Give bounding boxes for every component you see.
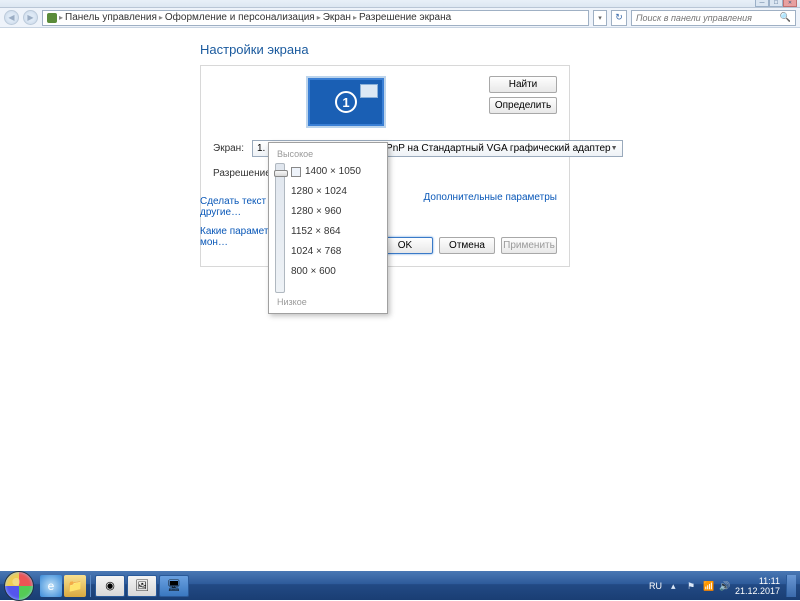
- resolution-high-label: Высокое: [277, 149, 379, 159]
- chevron-right-icon: ▸: [317, 13, 321, 22]
- resolution-option[interactable]: 1400 × 1050: [291, 166, 361, 177]
- resolution-dropdown-popup: Высокое 1400 × 1050 1280 × 1024 1280 × 9…: [268, 142, 388, 314]
- apply-button[interactable]: Применить: [501, 237, 557, 254]
- show-desktop-button[interactable]: [786, 575, 796, 597]
- taskbar-pinned-explorer[interactable]: 📁: [64, 575, 86, 597]
- nav-back-button[interactable]: ◀: [4, 10, 19, 25]
- address-bar: ◀ ▶ ▸ Панель управления ▸ Оформление и п…: [0, 8, 800, 28]
- taskbar-pinned-ie[interactable]: e: [40, 575, 62, 597]
- network-icon[interactable]: 📶: [703, 581, 713, 591]
- flag-icon[interactable]: ⚑: [687, 581, 697, 591]
- close-button[interactable]: ✕: [783, 0, 797, 7]
- nav-forward-button[interactable]: ▶: [23, 10, 38, 25]
- breadcrumb-item[interactable]: Разрешение экрана: [359, 12, 451, 23]
- cancel-button[interactable]: Отмена: [439, 237, 495, 254]
- system-tray: RU ▴ ⚑ 📶 🔊 11:11 21.12.2017: [646, 575, 796, 597]
- resolution-low-label: Низкое: [277, 297, 379, 307]
- chevron-right-icon: ▸: [159, 13, 163, 22]
- clock-time: 11:11: [735, 576, 780, 586]
- taskbar-separator: [90, 575, 91, 597]
- detect-button[interactable]: Определить: [489, 97, 557, 114]
- window-titlebar: — ☐ ✕: [0, 0, 800, 8]
- breadcrumb[interactable]: ▸ Панель управления ▸ Оформление и персо…: [42, 10, 589, 26]
- resolution-slider[interactable]: [275, 163, 285, 293]
- chevron-right-icon: ▸: [59, 13, 63, 22]
- resolution-option[interactable]: 1152 × 864: [291, 226, 361, 237]
- search-icon: 🔍: [780, 12, 791, 23]
- resolution-option[interactable]: 1024 × 768: [291, 246, 361, 257]
- resolution-option[interactable]: 1280 × 960: [291, 206, 361, 217]
- address-history-dropdown[interactable]: ▾: [593, 10, 607, 26]
- screen-label: Экран:: [213, 143, 244, 154]
- breadcrumb-item[interactable]: Экран: [323, 12, 351, 23]
- minimize-button[interactable]: —: [755, 0, 769, 7]
- breadcrumb-item[interactable]: Оформление и персонализация: [165, 12, 315, 23]
- taskbar-app-chrome[interactable]: ◉: [95, 575, 125, 597]
- taskbar-app-display[interactable]: 🖥: [159, 575, 189, 597]
- tray-chevron-icon[interactable]: ▴: [671, 581, 681, 591]
- start-button[interactable]: [4, 571, 34, 601]
- clock[interactable]: 11:11 21.12.2017: [735, 576, 780, 596]
- volume-icon[interactable]: 🔊: [719, 581, 729, 591]
- resolution-option[interactable]: 1280 × 1024: [291, 186, 361, 197]
- breadcrumb-item[interactable]: Панель управления: [65, 12, 157, 23]
- resolution-option-list: 1400 × 1050 1280 × 1024 1280 × 960 1152 …: [291, 163, 361, 293]
- refresh-button[interactable]: ↻: [611, 10, 627, 26]
- search-box[interactable]: 🔍: [631, 10, 796, 26]
- find-button[interactable]: Найти: [489, 76, 557, 93]
- taskbar-app-paint[interactable]: 🖼: [127, 575, 157, 597]
- resolution-option[interactable]: 800 × 600: [291, 266, 361, 277]
- chevron-down-icon: ▼: [611, 145, 618, 152]
- taskbar: e 📁 ◉ 🖼 🖥 RU ▴ ⚑ 📶 🔊 11:11 21.12.2017: [0, 571, 800, 600]
- monitor-number: 1: [335, 91, 357, 113]
- monitor-preview[interactable]: 1: [308, 78, 384, 126]
- control-panel-icon: [47, 13, 57, 23]
- clock-date: 21.12.2017: [735, 586, 780, 596]
- search-input[interactable]: [636, 13, 780, 23]
- chevron-right-icon: ▸: [353, 13, 357, 22]
- maximize-button[interactable]: ☐: [769, 0, 783, 7]
- page-title: Настройки экрана: [200, 42, 800, 57]
- resolution-slider-thumb[interactable]: [274, 170, 288, 177]
- language-indicator[interactable]: RU: [646, 581, 665, 591]
- advanced-settings-link[interactable]: Дополнительные параметры: [424, 192, 557, 203]
